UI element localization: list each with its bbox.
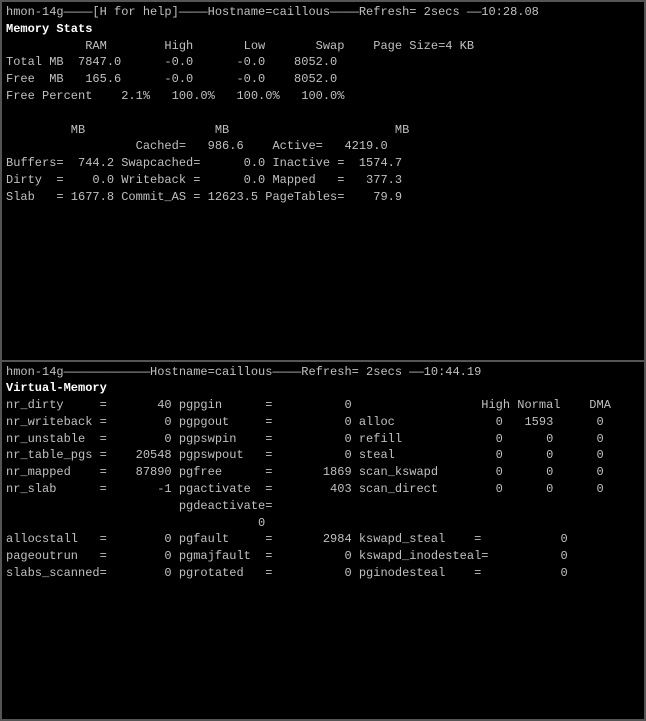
free-mb-line: Free MB 165.6 -0.0 -0.0 8052.0 [6,71,640,88]
mb-headers: MB MB MB [6,122,640,139]
total-mb-line: Total MB 7847.0 -0.0 -0.0 8052.0 [6,54,640,71]
top-header: hmon-14g————[H for help]————Hostname=cai… [6,4,640,21]
memory-stats-title: Memory Stats [6,21,640,38]
bottom-header: hmon-14g————————————Hostname=caillous———… [6,364,640,381]
vm-line-3: nr_unstable = 0 pgpswpin = 0 refill 0 0 … [6,431,640,448]
vm-line-2: nr_writeback = 0 pgpgout = 0 alloc 0 159… [6,414,640,431]
col-headers: RAM High Low Swap Page Size=4 KB [6,38,640,55]
vm-line-5: nr_mapped = 87890 pgfree = 1869 scan_ksw… [6,464,640,481]
terminal: hmon-14g————[H for help]————Hostname=cai… [0,0,646,721]
blank1 [6,105,640,122]
virtual-memory-panel: hmon-14g————————————Hostname=caillous———… [2,362,644,720]
vm-line-6: nr_slab = -1 pgactivate = 403 scan_direc… [6,481,640,498]
vm-line-9: allocstall = 0 pgfault = 2984 kswapd_ste… [6,531,640,548]
cached-active-line: Cached= 986.6 Active= 4219.0 [6,138,640,155]
vm-line-8: 0 [6,515,640,532]
vm-line-10: pageoutrun = 0 pgmajfault = 0 kswapd_ino… [6,548,640,565]
virtual-memory-title: Virtual-Memory [6,380,640,397]
vm-line-4: nr_table_pgs = 20548 pgpswpout = 0 steal… [6,447,640,464]
buffers-line: Buffers= 744.2 Swapcached= 0.0 Inactive … [6,155,640,172]
vm-line-7: pgdeactivate= [6,498,640,515]
dirty-line: Dirty = 0.0 Writeback = 0.0 Mapped = 377… [6,172,640,189]
free-percent-line: Free Percent 2.1% 100.0% 100.0% 100.0% [6,88,640,105]
slab-line: Slab = 1677.8 Commit_AS = 12623.5 PageTa… [6,189,640,206]
vm-line-11: slabs_scanned= 0 pgrotated = 0 pginodest… [6,565,640,582]
memory-stats-panel: hmon-14g————[H for help]————Hostname=cai… [2,2,644,360]
vm-line-1: nr_dirty = 40 pgpgin = 0 High Normal DMA [6,397,640,414]
